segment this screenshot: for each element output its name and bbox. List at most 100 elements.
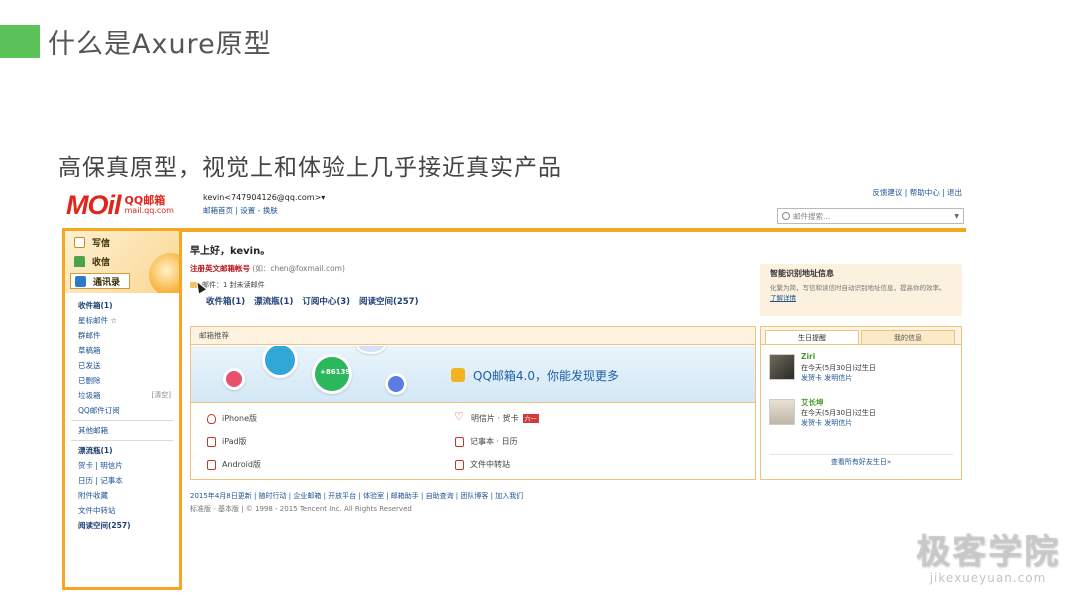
attachment-bubble-icon xyxy=(385,373,407,395)
header-divider xyxy=(182,228,966,232)
file-transfer-label: 文件中转站 xyxy=(470,460,510,469)
sidebar-item-label: 漂流瓶(1) xyxy=(78,446,113,455)
sidebar-item-label: 阅读空间(257) xyxy=(78,521,131,530)
sidebar-folder-list: 收件箱(1) 星标邮件 ☆ 群邮件草稿箱已发送已删除垃圾箱 [清空] QQ邮件订阅 其他… xyxy=(65,298,179,533)
sidebar-item-label: 文件中转站 xyxy=(78,506,116,515)
person-name[interactable]: 艾长坤 xyxy=(801,397,824,408)
contacts-button[interactable]: 通讯录 xyxy=(70,273,130,289)
sidebar-item[interactable]: 垃圾箱 [清空] xyxy=(65,388,179,403)
logo-brand: QQ邮箱 xyxy=(124,194,166,208)
watermark-text: 极客学院 xyxy=(916,532,1060,572)
inbox-icon xyxy=(74,255,85,267)
person-actions[interactable]: 发贺卡 发明信片 xyxy=(801,373,852,383)
smart-address-tip: 智能识别地址信息 化繁为简，写信和读信时自动识别地址信息，提高你的效率。 了解详… xyxy=(760,264,962,316)
file-transfer-link[interactable]: 文件中转站 xyxy=(455,459,510,470)
avatar[interactable] xyxy=(769,399,795,425)
calendar-bubble-icon xyxy=(223,368,245,390)
top-links[interactable]: 反馈建议 | 帮助中心 | 退出 xyxy=(872,187,962,198)
phone-badge: +86139 xyxy=(320,368,351,376)
recommend-panel: 邮箱推荐 +86139 QQ邮箱4.0，你能发现更多 iPhone版 iPad版 xyxy=(190,326,756,480)
sidebar-item[interactable]: 收件箱(1) xyxy=(65,298,179,313)
sidebar-item[interactable]: 漂流瓶(1) xyxy=(65,443,179,458)
file-icon xyxy=(455,459,464,470)
user-links[interactable]: 邮箱首页 | 设置 - 换肤 xyxy=(203,205,325,217)
tab-my-info[interactable]: 我的信息 xyxy=(861,330,955,344)
sidebar-item[interactable]: 文件中转站 xyxy=(65,503,179,518)
bird-bubble-icon xyxy=(262,346,298,378)
user-account-menu[interactable]: kevin<747904126@qq.com>▾ xyxy=(203,192,325,205)
copyright: 标准版 - 基本版 | © 1998 - 2015 Tencent Inc. A… xyxy=(190,505,412,514)
orange-decoration xyxy=(149,253,179,293)
recommend-banner[interactable]: +86139 QQ邮箱4.0，你能发现更多 xyxy=(191,346,755,403)
avatar[interactable] xyxy=(769,354,795,380)
quick-link-inbox[interactable]: 收件箱(1) xyxy=(206,297,245,307)
divider xyxy=(769,454,953,455)
person-birthday: 在今天(5月30日)过生日 xyxy=(801,409,876,417)
sidebar-item[interactable]: 星标邮件 ☆ xyxy=(65,313,179,328)
contacts-icon xyxy=(75,275,86,287)
android-label: Android版 xyxy=(222,460,261,469)
slide-title: 什么是Axure原型 xyxy=(48,29,272,60)
mail-search-input[interactable]: 邮件搜索... ▼ xyxy=(777,208,964,224)
receive-button[interactable]: 收信 xyxy=(74,253,110,269)
iphone-link[interactable]: iPhone版 xyxy=(207,413,257,424)
unread-text[interactable]: 邮件：1 封未读邮件 xyxy=(202,280,265,290)
apple-icon xyxy=(207,413,216,424)
sidebar-item-label: QQ邮件订阅 xyxy=(78,406,120,415)
sidebar-item-label: 附件收藏 xyxy=(78,491,108,500)
footer-links[interactable]: 2015年4月8日更新 | 随时行动 | 企业邮箱 | 开放平台 | 体验室 |… xyxy=(190,490,523,503)
search-icon xyxy=(782,212,790,220)
quick-link-bottle[interactable]: 漂流瓶(1) xyxy=(254,297,293,307)
sidebar-item-label: 已发送 xyxy=(78,361,101,370)
heart-icon xyxy=(454,410,465,423)
write-button[interactable]: 写信 xyxy=(74,234,110,250)
empty-trash-button[interactable]: [清空] xyxy=(152,388,171,403)
quick-link-subscription[interactable]: 订阅中心(3) xyxy=(302,297,350,307)
sidebar-item-label: 收件箱(1) xyxy=(78,301,113,310)
learn-more-link[interactable]: 了解详情 xyxy=(770,294,796,302)
smart-tip-text: 化繁为简，写信和读信时自动识别地址信息，提高你的效率。 xyxy=(770,284,946,292)
sidebar-item[interactable]: 已删除 xyxy=(65,373,179,388)
quick-link-reading[interactable]: 阅读空间(257) xyxy=(359,297,419,307)
sidebar-item[interactable]: QQ邮件订阅 xyxy=(65,403,179,418)
person-name[interactable]: Ziri xyxy=(801,352,815,361)
sidebar-item[interactable]: 阅读空间(257) xyxy=(65,518,179,533)
watermark-url: jikexueyuan.com xyxy=(929,571,1047,585)
ipad-link[interactable]: iPad版 xyxy=(207,436,247,447)
mail-logo[interactable]: MOil QQ邮箱 mail.qq.com xyxy=(66,190,174,220)
person-actions[interactable]: 发贺卡 发明信片 xyxy=(801,418,852,428)
sidebar-item-label: 星标邮件 ☆ xyxy=(78,316,118,325)
cloud-bubble-icon xyxy=(356,346,386,354)
sidebar-item[interactable]: 贺卡 | 明信片 xyxy=(65,458,179,473)
sidebar-item[interactable]: 日历 | 记事本 xyxy=(65,473,179,488)
postcard-link[interactable]: 明信片 · 贺卡 六一 xyxy=(454,410,539,424)
birthday-panel: 生日提醒 我的信息 Ziri 在今天(5月30日)过生日 发贺卡 发明信片 艾长… xyxy=(760,326,962,480)
sidebar-item[interactable]: 群邮件 xyxy=(65,328,179,343)
chevron-down-icon[interactable]: ▼ xyxy=(954,213,959,220)
sidebar-item[interactable]: 已发送 xyxy=(65,358,179,373)
register-hint: (如：chen@foxmail.com) xyxy=(252,264,345,273)
recommend-title: 邮箱推荐 xyxy=(191,327,755,345)
sidebar-item[interactable]: 草稿箱 xyxy=(65,343,179,358)
notebook-link[interactable]: 记事本 · 日历 xyxy=(455,436,518,447)
tab-birthday-reminder[interactable]: 生日提醒 xyxy=(765,330,859,344)
sidebar-item-label: 垃圾箱 xyxy=(78,391,101,400)
sidebar-item-label: 群邮件 xyxy=(78,331,101,340)
quick-folder-links: 收件箱(1) 漂流瓶(1) 订阅中心(3) 阅读空间(257) xyxy=(206,295,756,307)
sidebar-item[interactable]: 附件收藏 xyxy=(65,488,179,503)
write-label: 写信 xyxy=(92,238,111,249)
view-all-birthdays-link[interactable]: 查看所有好友生日» xyxy=(761,457,961,467)
android-icon xyxy=(207,459,216,470)
sidebar-item-label: 草稿箱 xyxy=(78,346,101,355)
birthday-tabs: 生日提醒 我的信息 xyxy=(761,327,961,345)
android-link[interactable]: Android版 xyxy=(207,459,261,470)
smart-tip-body: 化繁为简，写信和读信时自动识别地址信息，提高你的效率。 了解详情 xyxy=(770,283,952,304)
sidebar-item-other-mailbox[interactable]: 其他邮箱 xyxy=(65,423,179,438)
register-line: 注册英文邮箱帐号 (如：chen@foxmail.com) xyxy=(190,263,756,274)
divider xyxy=(71,440,173,441)
unread-summary: 邮件：1 封未读邮件 xyxy=(190,280,756,290)
register-english-account-link[interactable]: 注册英文邮箱帐号 xyxy=(190,264,250,273)
mail-app-icon xyxy=(451,368,465,382)
user-block: kevin<747904126@qq.com>▾ 邮箱首页 | 设置 - 换肤 xyxy=(203,192,325,217)
sidebar-item-label: 贺卡 | 明信片 xyxy=(78,461,123,470)
